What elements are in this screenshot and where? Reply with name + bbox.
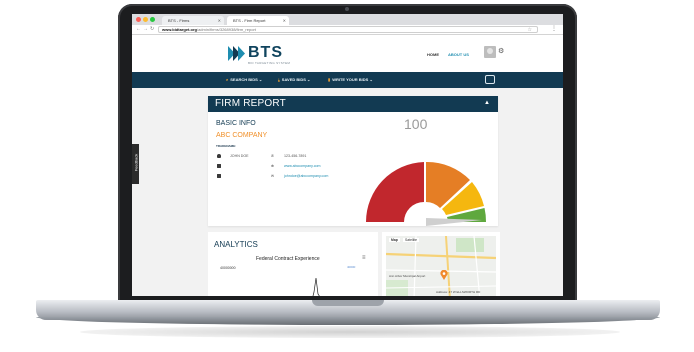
- gear-icon[interactable]: ⚙: [498, 48, 504, 55]
- laptop-notch: [312, 300, 384, 306]
- nav-write-bids[interactable]: ▮ WRITE YOUR BIDS ⌄: [328, 77, 373, 82]
- nav-label: WRITE YOUR BIDS: [332, 77, 369, 82]
- website-link[interactable]: www.abccompany.com: [284, 164, 320, 168]
- contact-name: JOHN DOE: [230, 154, 249, 158]
- map-label-address: Address: 47 W ELLSWORTH RD: [436, 290, 481, 294]
- close-window-button[interactable]: [136, 17, 141, 22]
- map-label-airport: Ann Arbor Municipal Airport: [389, 274, 426, 278]
- chart-legend: 40000: [347, 265, 356, 269]
- bell-icon[interactable]: ▲: [484, 100, 490, 106]
- firm-report-header: FIRM REPORT ▲: [208, 96, 498, 112]
- page-title: FIRM REPORT: [215, 98, 286, 109]
- phone-icon: ✆: [271, 154, 275, 158]
- minimize-window-button[interactable]: [143, 17, 148, 22]
- contract-chart: [312, 277, 320, 296]
- map-pin-icon[interactable]: [440, 270, 448, 280]
- close-tab-icon[interactable]: ✕: [283, 16, 286, 25]
- search-icon: ⌕: [226, 77, 229, 82]
- analytics-panel: ANALYTICS Federal Contract Experience ≡ …: [208, 232, 378, 296]
- nav-link-home[interactable]: HOME: [427, 52, 439, 57]
- nav-link-about[interactable]: ABOUT US: [448, 52, 469, 57]
- url-field[interactable]: www.bidtarget.org/admin/firms/3268938/fi…: [158, 26, 538, 33]
- map-view[interactable]: Map Satellite Ann Arbor Municipal Airpor…: [386, 236, 496, 296]
- feedback-tab[interactable]: Feedback: [132, 144, 139, 184]
- analytics-heading: ANALYTICS: [214, 240, 258, 249]
- nav-search-bids[interactable]: ⌕ SEARCH BIDS ⌄: [226, 77, 262, 82]
- feedback-label: Feedback: [133, 153, 139, 172]
- map-tab-satellite[interactable]: Satellite: [403, 238, 420, 242]
- envelope-icon: ✉: [271, 174, 275, 178]
- plus-icon[interactable]: [217, 174, 221, 178]
- laptop-mockup: BTS - Firms ✕ BTS - Firm Report ✕ ← → ↻ …: [0, 0, 694, 352]
- map-roads: [386, 236, 496, 296]
- logo-tagline: BID TARGETING SYSTEM: [248, 61, 291, 65]
- company-name: ABC COMPANY: [216, 132, 268, 139]
- user-icon: [217, 154, 221, 158]
- window-controls: [136, 17, 155, 22]
- maximize-window-button[interactable]: [150, 17, 155, 22]
- tradename-label: TRADENAME:: [216, 144, 237, 148]
- globe-icon: ⊕: [271, 164, 275, 168]
- browser-menu-icon[interactable]: ⋮: [551, 26, 557, 32]
- map-road: [386, 252, 496, 260]
- tab-label: BTS - Firm Report: [233, 18, 266, 23]
- nav-label: SAVED BIDS: [281, 77, 306, 82]
- download-icon: ⤓: [278, 77, 280, 82]
- score-value: 100: [404, 116, 428, 132]
- gauge-segment-red: [366, 162, 424, 222]
- linkedin-icon[interactable]: [217, 164, 221, 168]
- score-gauge: [366, 161, 487, 226]
- browser-tab-bar: BTS - Firms ✕ BTS - Firm Report ✕: [132, 14, 563, 25]
- url-domain: www.bidtarget.org: [162, 27, 197, 32]
- bookmark-star-icon[interactable]: ☆: [528, 27, 532, 32]
- chart-title: Federal Contract Experience: [256, 256, 320, 262]
- email-link[interactable]: johndoe@abccompany.com: [284, 174, 328, 178]
- chart-menu-icon[interactable]: ≡: [362, 255, 366, 261]
- site-header: BTS BID TARGETING SYSTEM HOME ABOUT US ⚙: [132, 35, 563, 72]
- logo-text: BTS: [248, 44, 283, 61]
- address-bar: ← → ↻ www.bidtarget.org/admin/firms/3268…: [132, 25, 563, 35]
- chart-line: [312, 277, 320, 296]
- back-icon[interactable]: ←: [136, 26, 141, 32]
- image-icon[interactable]: [485, 75, 495, 84]
- phone-number: 123-456-7891: [284, 154, 307, 158]
- browser-tab-firms[interactable]: BTS - Firms ✕: [162, 16, 224, 25]
- close-tab-icon[interactable]: ✕: [218, 16, 221, 25]
- laptop-base-edge: [36, 317, 660, 325]
- map-tab-map[interactable]: Map: [389, 238, 400, 242]
- y-tick-label: 40000000: [220, 266, 236, 270]
- tab-label: BTS - Firms: [168, 18, 190, 23]
- logo-chevron-icon: [228, 46, 245, 61]
- url-path: /admin/firms/3268938/firm_report: [196, 27, 256, 32]
- avatar[interactable]: [484, 46, 496, 58]
- bts-logo[interactable]: BTS BID TARGETING SYSTEM: [228, 44, 290, 66]
- firm-report-panel: FIRM REPORT ▲ BASIC INFO ABC COMPANY TRA…: [208, 96, 498, 226]
- map-panel: Map Satellite Ann Arbor Municipal Airpor…: [382, 232, 500, 296]
- reload-icon[interactable]: ↻: [150, 26, 154, 32]
- forward-icon[interactable]: →: [143, 26, 148, 32]
- nav-label: SEARCH BIDS: [230, 77, 258, 82]
- section-heading: BASIC INFO: [216, 120, 256, 127]
- nav-saved-bids[interactable]: ⤓ SAVED BIDS ⌄: [278, 77, 310, 82]
- screen: BTS - Firms ✕ BTS - Firm Report ✕ ← → ↻ …: [132, 14, 563, 296]
- laptop-shadow: [80, 326, 620, 338]
- browser-tab-firm-report[interactable]: BTS - Firm Report ✕: [227, 16, 289, 25]
- main-nav: ⌕ SEARCH BIDS ⌄ ⤓ SAVED BIDS ⌄ ▮ WRITE YOUR…: [132, 72, 563, 88]
- map-park: [456, 238, 484, 252]
- webcam: [345, 7, 349, 11]
- document-icon: ▮: [328, 77, 331, 82]
